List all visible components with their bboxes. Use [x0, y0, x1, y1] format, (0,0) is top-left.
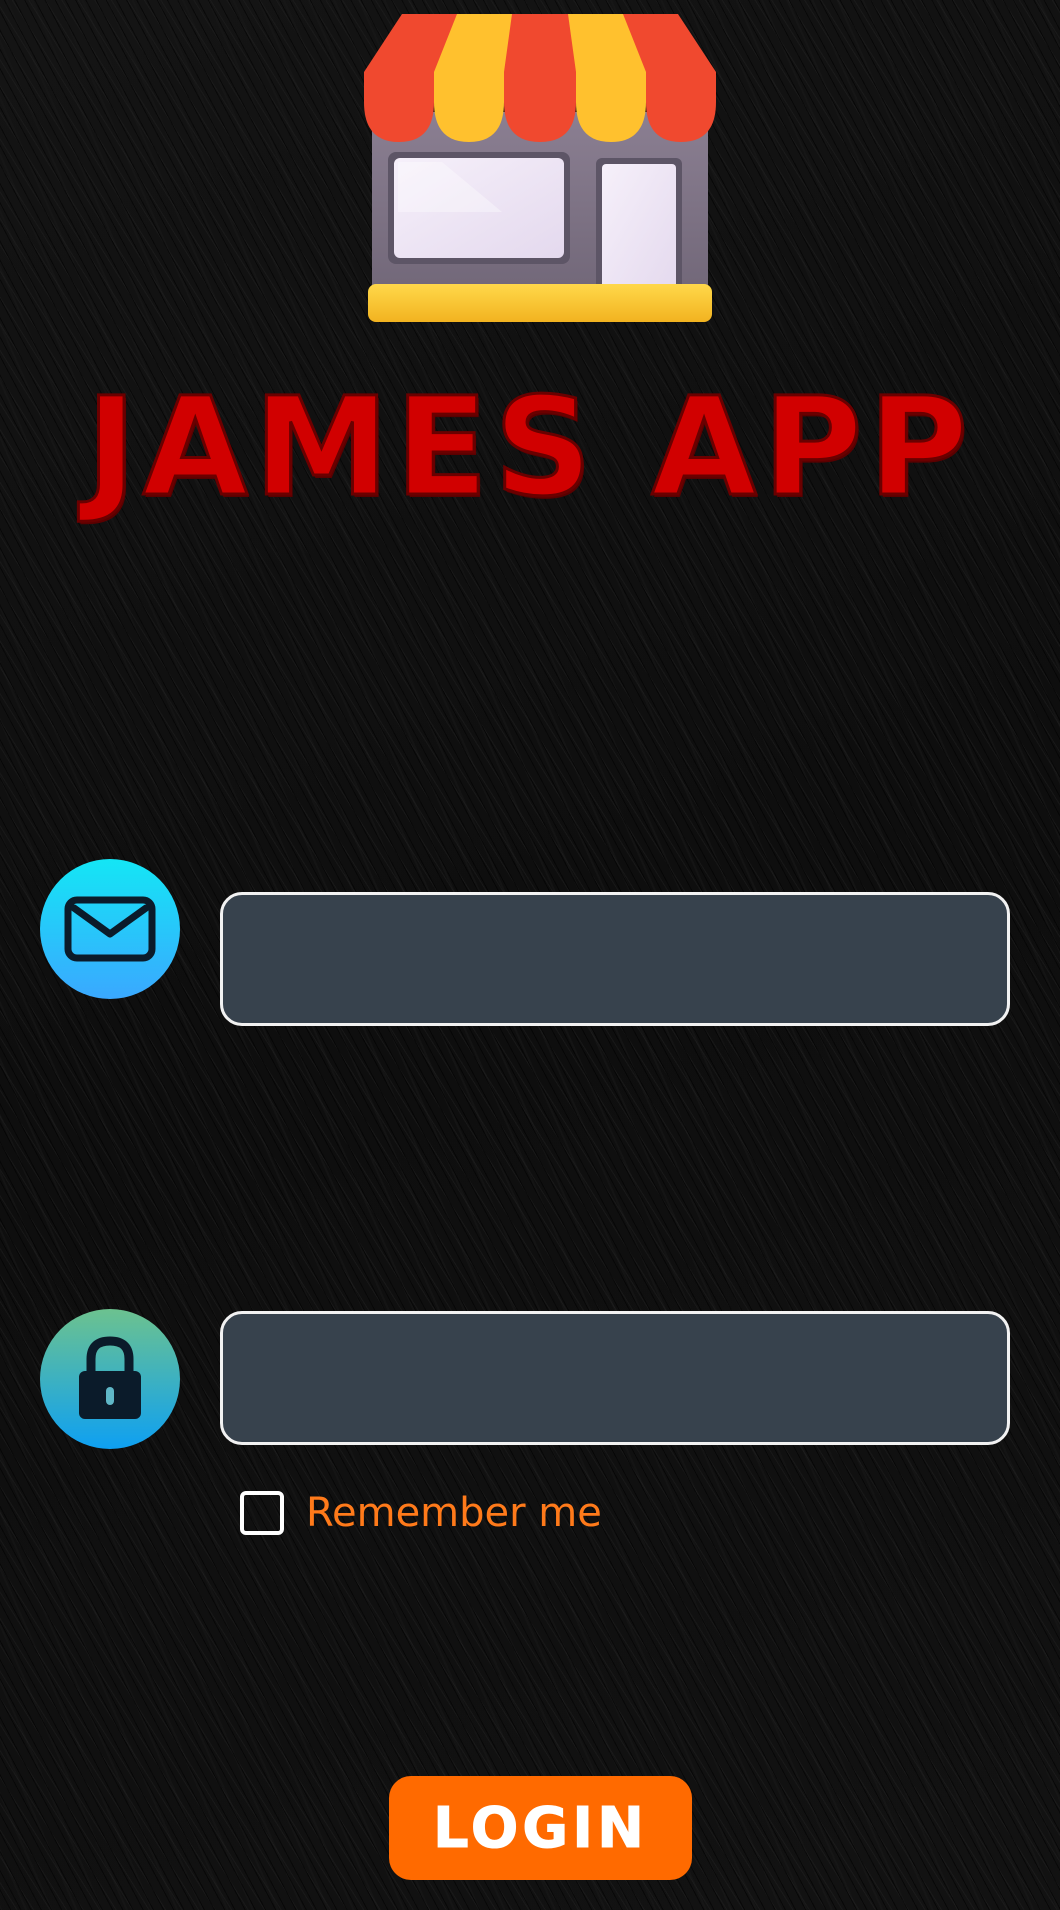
- remember-me-row[interactable]: Remember me: [240, 1487, 602, 1539]
- password-input[interactable]: [220, 1311, 1010, 1445]
- store-icon: [364, 14, 716, 322]
- app-title: JAMES APP: [85, 369, 974, 527]
- remember-me-checkbox[interactable]: [240, 1491, 284, 1535]
- email-input[interactable]: [220, 892, 1010, 1026]
- remember-me-label: Remember me: [306, 1490, 602, 1536]
- envelope-icon: [40, 859, 180, 999]
- lock-icon: [40, 1309, 180, 1449]
- login-button[interactable]: LOGIN: [389, 1776, 692, 1880]
